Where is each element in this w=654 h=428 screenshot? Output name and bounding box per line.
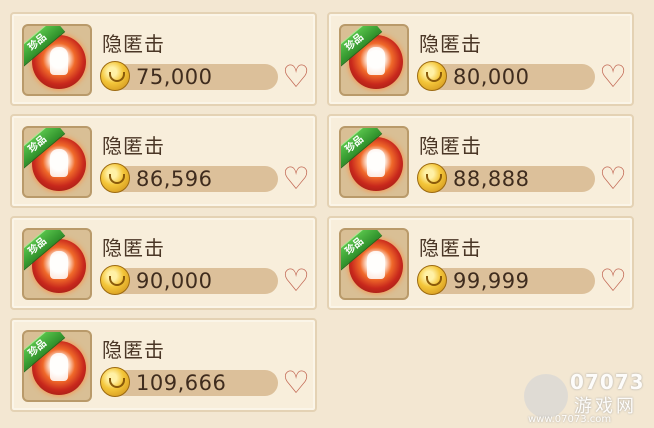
- listing-card[interactable]: 珍品 隐匿击 88,888 ♡: [327, 114, 634, 208]
- listing-card[interactable]: 珍品 隐匿击 75,000 ♡: [10, 12, 317, 106]
- gold-coin-icon: [100, 163, 130, 193]
- price-value: 99,999: [453, 269, 530, 293]
- price-value: 75,000: [136, 65, 213, 89]
- listing-card[interactable]: 珍品 隐匿击 99,999 ♡: [327, 216, 634, 310]
- skill-name: 隐匿击: [102, 338, 165, 362]
- skill-icon-frame[interactable]: 珍品: [339, 228, 409, 300]
- favorite-heart-icon[interactable]: ♡: [280, 368, 312, 399]
- watermark-brand: 07073: [570, 370, 645, 394]
- listing-card[interactable]: 珍品 隐匿击 109,666 ♡: [10, 318, 317, 412]
- gold-coin-icon: [417, 61, 447, 91]
- favorite-heart-icon[interactable]: ♡: [597, 164, 629, 195]
- favorite-heart-icon[interactable]: ♡: [597, 62, 629, 93]
- skill-icon-frame[interactable]: 珍品: [339, 126, 409, 198]
- price-bar: 86,596: [100, 163, 278, 193]
- listing-card[interactable]: 珍品 隐匿击 90,000 ♡: [10, 216, 317, 310]
- skill-name: 隐匿击: [419, 236, 482, 260]
- site-watermark: 07073 游戏网 www.07073.com: [524, 368, 650, 426]
- listing-card[interactable]: 珍品 隐匿击 80,000 ♡: [327, 12, 634, 106]
- skill-icon-frame[interactable]: 珍品: [22, 330, 92, 402]
- price-value: 90,000: [136, 269, 213, 293]
- price-bar: 109,666: [100, 367, 278, 397]
- watermark-url: www.07073.com: [528, 414, 612, 425]
- skill-name: 隐匿击: [102, 134, 165, 158]
- watermark-logo-icon: [524, 374, 568, 418]
- favorite-heart-icon[interactable]: ♡: [280, 266, 312, 297]
- skill-icon-frame[interactable]: 珍品: [22, 126, 92, 198]
- price-bar: 90,000: [100, 265, 278, 295]
- price-value: 80,000: [453, 65, 530, 89]
- skill-name: 隐匿击: [419, 32, 482, 56]
- skill-icon-frame[interactable]: 珍品: [339, 24, 409, 96]
- listing-card[interactable]: 珍品 隐匿击 86,596 ♡: [10, 114, 317, 208]
- favorite-heart-icon[interactable]: ♡: [597, 266, 629, 297]
- skill-name: 隐匿击: [102, 32, 165, 56]
- price-bar: 80,000: [417, 61, 595, 91]
- price-value: 109,666: [136, 371, 227, 395]
- price-value: 88,888: [453, 167, 530, 191]
- skill-name: 隐匿击: [419, 134, 482, 158]
- gold-coin-icon: [100, 367, 130, 397]
- skill-icon-frame[interactable]: 珍品: [22, 228, 92, 300]
- favorite-heart-icon[interactable]: ♡: [280, 62, 312, 93]
- price-bar: 88,888: [417, 163, 595, 193]
- price-bar: 99,999: [417, 265, 595, 295]
- auction-listing-grid: 珍品 隐匿击 75,000 ♡ 珍品 隐匿击 80,000 ♡ 珍品 隐匿击 8…: [0, 0, 654, 428]
- skill-name: 隐匿击: [102, 236, 165, 260]
- price-bar: 75,000: [100, 61, 278, 91]
- gold-coin-icon: [417, 163, 447, 193]
- gold-coin-icon: [417, 265, 447, 295]
- skill-icon-frame[interactable]: 珍品: [22, 24, 92, 96]
- gold-coin-icon: [100, 61, 130, 91]
- price-value: 86,596: [136, 167, 213, 191]
- favorite-heart-icon[interactable]: ♡: [280, 164, 312, 195]
- gold-coin-icon: [100, 265, 130, 295]
